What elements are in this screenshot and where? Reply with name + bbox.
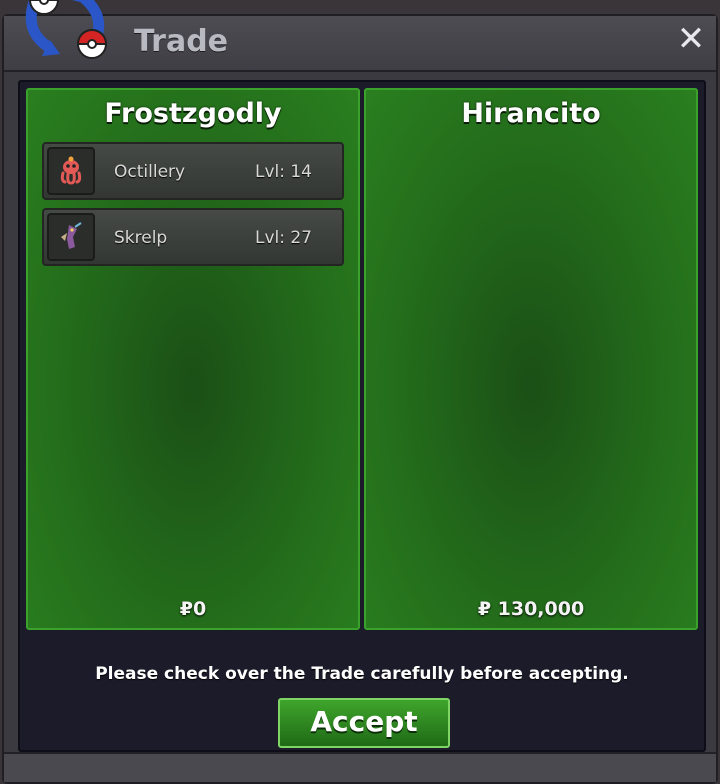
trade-notice: Please check over the Trade carefully be… bbox=[95, 664, 629, 684]
right-trade-panel: Hirancito ₽ 130,000 bbox=[364, 88, 698, 630]
trade-body: Frostzgodly Octillery Lvl: 14 Skrelp Lvl… bbox=[18, 80, 706, 752]
pokemon-name: Skrelp bbox=[114, 228, 168, 248]
pokeball-trade-arrows-icon bbox=[14, 0, 118, 68]
close-icon[interactable]: ✕ bbox=[676, 22, 706, 56]
right-player-name: Hirancito bbox=[461, 98, 601, 129]
pokemon-row[interactable]: Octillery Lvl: 14 bbox=[42, 142, 344, 200]
octillery-sprite-icon bbox=[47, 147, 95, 195]
left-trade-panel: Frostzgodly Octillery Lvl: 14 Skrelp Lvl… bbox=[26, 88, 360, 630]
accept-button[interactable]: Accept bbox=[278, 698, 450, 748]
left-pokemon-list: Octillery Lvl: 14 Skrelp Lvl: 27 bbox=[42, 142, 344, 274]
pokemon-level: Lvl: 14 bbox=[254, 162, 312, 182]
trade-window: Trade ✕ Frostzgodly Octillery Lvl: 14 Sk… bbox=[2, 14, 718, 784]
left-player-name: Frostzgodly bbox=[104, 98, 282, 129]
pokemon-level: Lvl: 27 bbox=[254, 228, 312, 248]
pokemon-name: Octillery bbox=[114, 162, 186, 182]
window-title: Trade bbox=[134, 24, 229, 59]
pokemon-row[interactable]: Skrelp Lvl: 27 bbox=[42, 208, 344, 266]
left-money: ₽0 bbox=[179, 598, 207, 620]
window-footer bbox=[4, 752, 716, 782]
right-money: ₽ 130,000 bbox=[477, 598, 585, 620]
skrelp-sprite-icon bbox=[47, 213, 95, 261]
